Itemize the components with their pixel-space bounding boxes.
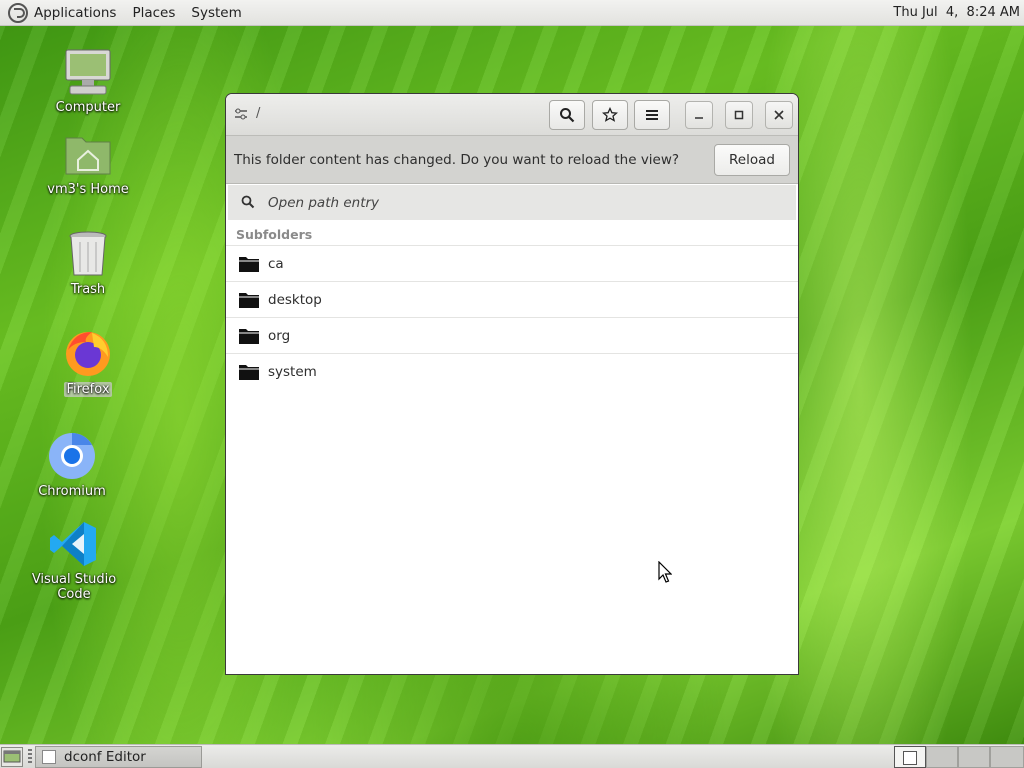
workspace-4[interactable] — [990, 746, 1024, 768]
folder-name: ca — [268, 255, 284, 272]
minimize-icon — [695, 117, 703, 119]
workspace-3[interactable] — [958, 746, 990, 768]
folder-icon — [239, 292, 259, 308]
folder-name: desktop — [268, 291, 322, 308]
folder-name: org — [268, 327, 291, 344]
folder-icon — [239, 256, 259, 272]
folder-name: system — [268, 364, 317, 380]
applications-label: Applications — [34, 4, 117, 21]
list-item[interactable]: system — [226, 354, 798, 390]
path-entry-bar — [228, 185, 796, 220]
reload-button[interactable]: Reload — [714, 144, 790, 176]
bookmarks-button[interactable] — [592, 100, 628, 130]
path-bar[interactable]: / — [234, 106, 260, 121]
list-item[interactable]: ca — [226, 246, 798, 282]
close-button[interactable] — [765, 101, 793, 129]
mouse-cursor-icon — [658, 561, 672, 583]
star-icon — [602, 107, 618, 122]
search-icon — [560, 108, 575, 123]
home-folder-icon — [65, 137, 111, 175]
system-label: System — [191, 4, 242, 21]
chromium-icon — [49, 433, 95, 479]
taskbar-item-label: dconf Editor — [64, 749, 146, 765]
top-panel: Applications Places System Thu Jul 4, 8:… — [0, 0, 1024, 26]
desktop-icon-label: Trash — [70, 282, 106, 297]
distro-logo-icon — [8, 2, 28, 23]
dconf-editor-window: / This folder content has changed. Do yo… — [225, 93, 799, 675]
close-icon — [774, 110, 784, 120]
reload-infobar: This folder content has changed. Do you … — [226, 136, 798, 184]
folder-icon — [239, 328, 259, 344]
computer-icon — [65, 49, 111, 95]
system-menu[interactable]: System — [183, 0, 249, 26]
clock[interactable]: Thu Jul 4, 8:24 AM — [893, 0, 1020, 26]
panel-drag-handle[interactable] — [28, 749, 32, 765]
menu-button[interactable] — [634, 100, 670, 130]
list-item[interactable]: desktop — [226, 282, 798, 318]
maximize-icon — [734, 110, 744, 120]
places-menu[interactable]: Places — [124, 0, 183, 26]
list-item[interactable]: org — [226, 318, 798, 354]
workspace-2[interactable] — [926, 746, 958, 768]
search-button[interactable] — [549, 100, 585, 130]
show-desktop-button[interactable] — [1, 747, 23, 767]
trash-icon — [69, 231, 107, 276]
vscode-icon — [50, 522, 96, 566]
settings-icon — [235, 108, 247, 119]
folder-icon — [239, 365, 259, 380]
desktop-icon-computer[interactable]: Computer — [33, 46, 143, 115]
minimize-button[interactable] — [685, 101, 713, 129]
desktop-icon-firefox[interactable]: Firefox — [33, 328, 143, 397]
desktop-icon-trash[interactable]: Trash — [33, 228, 143, 297]
headerbar: / — [226, 94, 798, 136]
applications-menu[interactable]: Applications — [0, 0, 124, 26]
dconf-editor-icon — [42, 750, 56, 764]
desktop-icon-vscode[interactable]: Visual Studio Code — [19, 518, 129, 602]
desktop-icon-label: Firefox — [64, 382, 112, 397]
infobar-message: This folder content has changed. Do you … — [234, 152, 680, 168]
places-label: Places — [132, 4, 176, 21]
hamburger-menu-icon — [646, 110, 658, 120]
desktop-icon-label: Chromium — [38, 484, 106, 499]
desktop-icon-label: Computer — [55, 100, 121, 115]
firefox-icon — [66, 332, 110, 376]
search-icon — [241, 195, 255, 209]
bottom-panel: dconf Editor — [0, 744, 1024, 768]
workspace-1[interactable] — [894, 746, 926, 768]
folder-list: Subfolders ca desktop org system — [226, 221, 798, 390]
maximize-button[interactable] — [725, 101, 753, 129]
desktop-icon-label: Visual Studio Code — [31, 572, 117, 602]
desktop-icon-home[interactable]: vm3's Home — [33, 128, 143, 197]
section-header: Subfolders — [226, 221, 798, 246]
taskbar-item-dconf-editor[interactable]: dconf Editor — [35, 746, 202, 768]
desktop-icon-chromium[interactable]: Chromium — [17, 430, 127, 499]
desktop-icon-label: vm3's Home — [47, 182, 129, 197]
current-path: / — [256, 106, 261, 121]
show-desktop-icon — [3, 750, 21, 763]
path-entry-input[interactable] — [268, 193, 768, 213]
